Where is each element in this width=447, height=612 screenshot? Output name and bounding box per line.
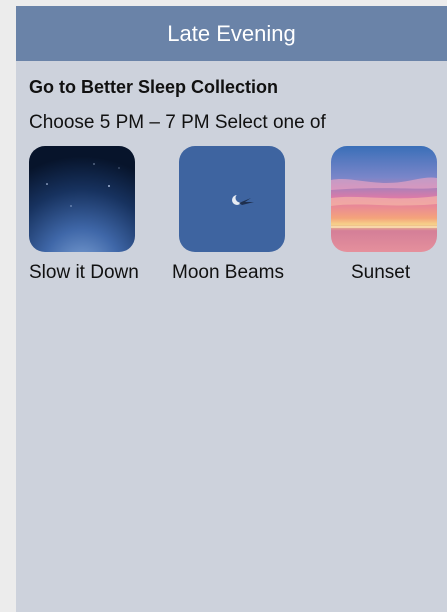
collection-instruction: Choose 5 PM – 7 PM Select one of <box>29 112 326 133</box>
option-slow-it-down[interactable]: Slow it Down <box>0 146 152 284</box>
moon-thumbnail[interactable] <box>179 146 285 252</box>
panel-header: Late Evening <box>16 6 447 61</box>
sunset-thumbnail[interactable] <box>331 146 437 252</box>
option-label: Moon Beams <box>172 262 284 283</box>
option-label: Sunset <box>351 262 411 283</box>
header-title: Late Evening <box>167 20 296 46</box>
option-sunset[interactable]: Sunset <box>295 146 443 284</box>
option-moon-beams[interactable]: Moon Beams <box>159 146 311 284</box>
collection-title: Go to Better Sleep Collection <box>29 77 279 97</box>
late-evening-panel: Late Evening Go to Better Sleep Collecti… <box>16 6 447 612</box>
option-label: Slow it Down <box>29 262 139 283</box>
option-list: Slow it Down Moon Beams Sunset <box>16 146 447 296</box>
night-sky-thumbnail[interactable] <box>29 146 135 252</box>
